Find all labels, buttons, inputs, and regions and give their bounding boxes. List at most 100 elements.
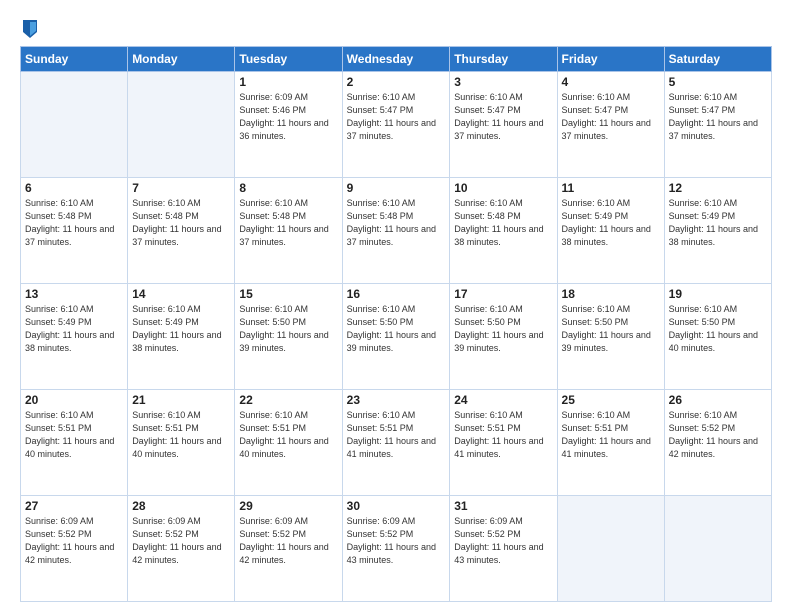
day-number: 24 [454,393,552,407]
day-info: Sunrise: 6:10 AMSunset: 5:47 PMDaylight:… [454,91,552,143]
day-info: Sunrise: 6:10 AMSunset: 5:51 PMDaylight:… [562,409,660,461]
day-number: 25 [562,393,660,407]
weekday-header-monday: Monday [128,47,235,72]
day-info: Sunrise: 6:09 AMSunset: 5:52 PMDaylight:… [347,515,446,567]
logo [20,18,39,36]
calendar-cell: 16Sunrise: 6:10 AMSunset: 5:50 PMDayligh… [342,284,450,390]
calendar-week-2: 6 Sunrise: 6:10 AMSunset: 5:48 PMDaylight… [21,178,772,284]
day-info: Sunrise: 6:10 AMSunset: 5:51 PMDaylight:… [454,409,552,461]
day-info: Sunrise: 6:10 AMSunset: 5:50 PMDaylight:… [239,303,337,355]
day-info: Sunrise: 6:10 AMSunset: 5:49 PMDaylight:… [132,303,230,355]
day-number: 10 [454,181,552,195]
day-number: 20 [25,393,123,407]
weekday-header-row: SundayMondayTuesdayWednesdayThursdayFrid… [21,47,772,72]
day-info: Sunrise: 6:10 AMSunset: 5:51 PMDaylight:… [132,409,230,461]
calendar-cell: 3 Sunrise: 6:10 AMSunset: 5:47 PMDaylight… [450,72,557,178]
day-number: 30 [347,499,446,513]
day-info: Sunrise: 6:10 AMSunset: 5:50 PMDaylight:… [454,303,552,355]
logo-icon [21,18,39,40]
day-number: 13 [25,287,123,301]
calendar-cell [128,72,235,178]
day-number: 31 [454,499,552,513]
calendar-cell: 7 Sunrise: 6:10 AMSunset: 5:48 PMDaylight… [128,178,235,284]
calendar-cell [557,496,664,602]
day-info: Sunrise: 6:10 AMSunset: 5:50 PMDaylight:… [347,303,446,355]
day-info: Sunrise: 6:10 AMSunset: 5:47 PMDaylight:… [669,91,767,143]
day-info: Sunrise: 6:09 AMSunset: 5:52 PMDaylight:… [454,515,552,567]
weekday-header-wednesday: Wednesday [342,47,450,72]
page: SundayMondayTuesdayWednesdayThursdayFrid… [0,0,792,612]
calendar-cell: 23 Sunrise: 6:10 AMSunset: 5:51 PMDayligh… [342,390,450,496]
day-number: 29 [239,499,337,513]
calendar-cell: 28Sunrise: 6:09 AMSunset: 5:52 PMDayligh… [128,496,235,602]
calendar-cell [664,496,771,602]
calendar-cell: 13 Sunrise: 6:10 AMSunset: 5:49 PMDayligh… [21,284,128,390]
day-number: 19 [669,287,767,301]
day-number: 17 [454,287,552,301]
day-info: Sunrise: 6:10 AMSunset: 5:49 PMDaylight:… [25,303,123,355]
calendar-cell: 20Sunrise: 6:10 AMSunset: 5:51 PMDayligh… [21,390,128,496]
weekday-header-friday: Friday [557,47,664,72]
calendar-cell: 2 Sunrise: 6:10 AMSunset: 5:47 PMDaylight… [342,72,450,178]
day-number: 26 [669,393,767,407]
day-info: Sunrise: 6:10 AMSunset: 5:49 PMDaylight:… [562,197,660,249]
day-number: 15 [239,287,337,301]
calendar-cell: 31 Sunrise: 6:09 AMSunset: 5:52 PMDayligh… [450,496,557,602]
calendar-cell: 8Sunrise: 6:10 AMSunset: 5:48 PMDaylight… [235,178,342,284]
calendar-cell: 21 Sunrise: 6:10 AMSunset: 5:51 PMDayligh… [128,390,235,496]
calendar-cell [21,72,128,178]
calendar-week-3: 13 Sunrise: 6:10 AMSunset: 5:49 PMDayligh… [21,284,772,390]
calendar-cell: 15 Sunrise: 6:10 AMSunset: 5:50 PMDayligh… [235,284,342,390]
weekday-header-thursday: Thursday [450,47,557,72]
weekday-header-sunday: Sunday [21,47,128,72]
day-number: 23 [347,393,446,407]
calendar-cell: 12 Sunrise: 6:10 AMSunset: 5:49 PMDayligh… [664,178,771,284]
day-info: Sunrise: 6:09 AMSunset: 5:46 PMDaylight:… [239,91,337,143]
calendar-cell: 10 Sunrise: 6:10 AMSunset: 5:48 PMDayligh… [450,178,557,284]
day-info: Sunrise: 6:10 AMSunset: 5:51 PMDaylight:… [347,409,446,461]
day-number: 11 [562,181,660,195]
calendar-cell: 14 Sunrise: 6:10 AMSunset: 5:49 PMDayligh… [128,284,235,390]
day-number: 27 [25,499,123,513]
day-number: 12 [669,181,767,195]
day-info: Sunrise: 6:10 AMSunset: 5:47 PMDaylight:… [347,91,446,143]
day-number: 21 [132,393,230,407]
day-info: Sunrise: 6:10 AMSunset: 5:50 PMDaylight:… [669,303,767,355]
calendar-cell: 22 Sunrise: 6:10 AMSunset: 5:51 PMDayligh… [235,390,342,496]
day-info: Sunrise: 6:10 AMSunset: 5:52 PMDaylight:… [669,409,767,461]
day-number: 2 [347,75,446,89]
calendar-cell: 9Sunrise: 6:10 AMSunset: 5:48 PMDaylight… [342,178,450,284]
calendar-week-5: 27 Sunrise: 6:09 AMSunset: 5:52 PMDayligh… [21,496,772,602]
calendar-cell: 18 Sunrise: 6:10 AMSunset: 5:50 PMDayligh… [557,284,664,390]
calendar-cell: 27 Sunrise: 6:09 AMSunset: 5:52 PMDayligh… [21,496,128,602]
calendar-cell: 26 Sunrise: 6:10 AMSunset: 5:52 PMDayligh… [664,390,771,496]
day-number: 5 [669,75,767,89]
day-number: 6 [25,181,123,195]
day-number: 3 [454,75,552,89]
day-info: Sunrise: 6:09 AMSunset: 5:52 PMDaylight:… [25,515,123,567]
calendar: SundayMondayTuesdayWednesdayThursdayFrid… [20,46,772,602]
day-number: 18 [562,287,660,301]
day-number: 7 [132,181,230,195]
day-info: Sunrise: 6:10 AMSunset: 5:51 PMDaylight:… [239,409,337,461]
day-number: 8 [239,181,337,195]
day-number: 14 [132,287,230,301]
calendar-week-1: 1 Sunrise: 6:09 AMSunset: 5:46 PMDaylight… [21,72,772,178]
day-number: 4 [562,75,660,89]
day-info: Sunrise: 6:10 AMSunset: 5:50 PMDaylight:… [562,303,660,355]
calendar-cell: 6 Sunrise: 6:10 AMSunset: 5:48 PMDaylight… [21,178,128,284]
day-number: 22 [239,393,337,407]
day-info: Sunrise: 6:10 AMSunset: 5:49 PMDaylight:… [669,197,767,249]
calendar-cell: 30 Sunrise: 6:09 AMSunset: 5:52 PMDayligh… [342,496,450,602]
day-info: Sunrise: 6:10 AMSunset: 5:48 PMDaylight:… [454,197,552,249]
day-number: 9 [347,181,446,195]
day-info: Sunrise: 6:10 AMSunset: 5:48 PMDaylight:… [132,197,230,249]
header [20,18,772,36]
day-info: Sunrise: 6:09 AMSunset: 5:52 PMDaylight:… [132,515,230,567]
day-number: 1 [239,75,337,89]
weekday-header-tuesday: Tuesday [235,47,342,72]
calendar-cell: 29 Sunrise: 6:09 AMSunset: 5:52 PMDayligh… [235,496,342,602]
day-info: Sunrise: 6:09 AMSunset: 5:52 PMDaylight:… [239,515,337,567]
day-info: Sunrise: 6:10 AMSunset: 5:48 PMDaylight:… [25,197,123,249]
calendar-cell: 25 Sunrise: 6:10 AMSunset: 5:51 PMDayligh… [557,390,664,496]
